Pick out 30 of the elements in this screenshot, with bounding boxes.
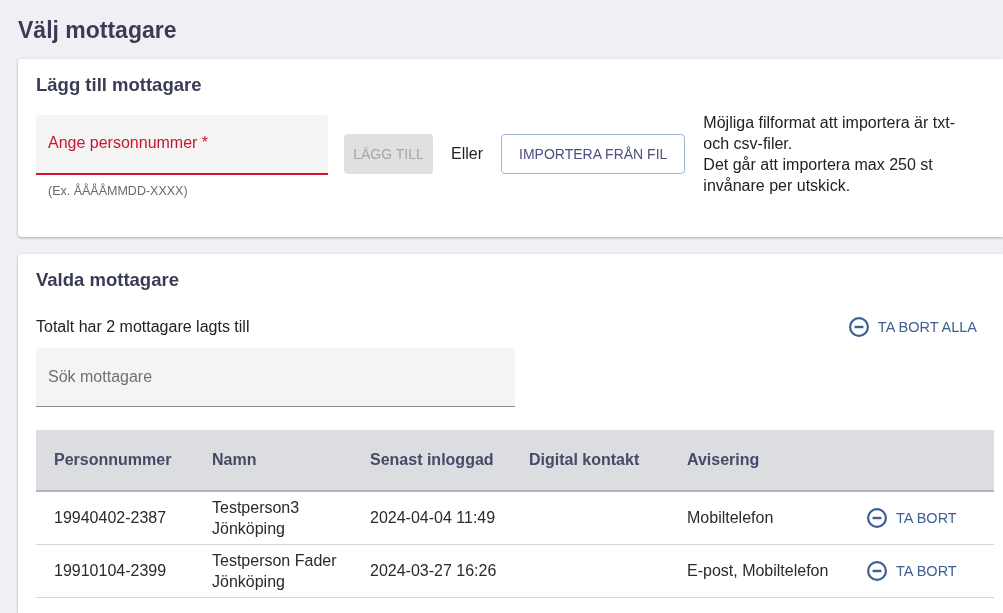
remove-button[interactable]: TA BORT — [867, 503, 957, 532]
column-header: Personnummer — [36, 430, 194, 491]
column-header: Namn — [194, 430, 352, 491]
page-title: Välj mottagare — [18, 16, 177, 45]
column-header: Senast inloggad — [352, 430, 511, 491]
table-cell: Testperson Fader Jönköping — [194, 544, 352, 597]
column-header: Avisering — [669, 430, 849, 491]
table-cell: E-post, Mobiltelefon — [669, 544, 849, 597]
table-cell: 2024-03-27 16:26 — [352, 544, 511, 597]
minus-circle-icon — [867, 560, 887, 581]
recipient-count-text: Totalt har 2 mottagare lagts till — [36, 317, 250, 337]
info-text: Möjliga filformat att importera är txt- och csv-filer. — [703, 113, 956, 154]
or-label: Eller — [451, 144, 483, 164]
table-cell: 19910104-2399 — [36, 544, 194, 597]
minus-circle-icon — [867, 507, 887, 528]
search-field[interactable]: Sök mottagare — [36, 348, 515, 407]
table-cell: 19940402-2387 — [36, 491, 194, 544]
section-heading: Lägg till mottagare — [36, 73, 202, 97]
info-text: Det går att importera max 250 st invånare per utskick. — [703, 155, 934, 196]
import-file-button[interactable]: IMPORTERA FRÅN FIL — [501, 134, 686, 174]
table-cell: Mobiltelefon — [669, 491, 849, 544]
remove-all-button[interactable]: TA BORT ALLA — [840, 313, 994, 341]
field-hint: (Ex. ÅÅÅÅMMDD-XXXX) — [47, 182, 188, 199]
personnummer-field[interactable]: Ange personnummer * — [36, 115, 328, 175]
minus-circle-icon — [848, 317, 869, 337]
table-cell: 2024-04-04 11:49 — [352, 491, 511, 544]
remove-button[interactable]: TA BORT — [867, 556, 957, 585]
column-header: Digital kontakt — [511, 430, 669, 491]
table-cell: Testperson3 Jönköping — [194, 491, 352, 544]
section-heading: Valda mottagare — [36, 268, 179, 292]
